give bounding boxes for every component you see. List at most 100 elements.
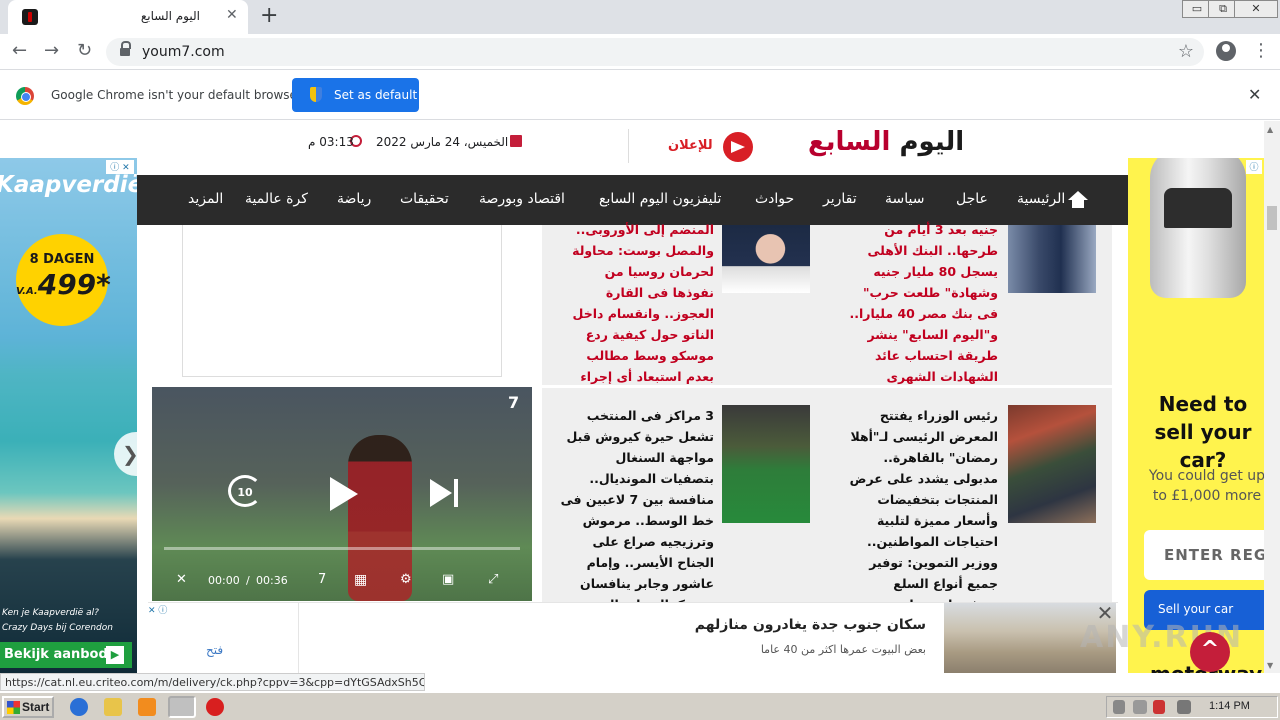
- right-ad-subtext: You could get up to £1,000 more: [1148, 468, 1264, 504]
- alert-icon[interactable]: [206, 698, 224, 716]
- fullscreen-icon[interactable]: ⤢: [488, 572, 498, 587]
- page-scrollbar[interactable]: ▲ ▼: [1264, 121, 1280, 673]
- tab-strip: اليوم السابع ✕ + ▭ ⧉ ✕: [0, 0, 1280, 34]
- flag-icon[interactable]: [1153, 700, 1165, 714]
- play-arrow-icon: ▶: [106, 646, 124, 664]
- video-time-separator: /: [246, 574, 250, 587]
- right-ad-choices-icon[interactable]: ⓘ: [1246, 160, 1262, 174]
- news-headline-2[interactable]: المنضم إلى الأوروبى.. والمصل بوست: محاول…: [560, 219, 714, 387]
- calendar-icon: [510, 135, 522, 147]
- car-window: [1164, 188, 1232, 228]
- infobar-close-icon[interactable]: ✕: [1248, 85, 1261, 104]
- header-date: الخميس، 24 مارس 2022: [376, 135, 509, 149]
- nav-item-home[interactable]: الرئيسية: [1017, 191, 1065, 207]
- lock-icon[interactable]: [120, 41, 131, 56]
- scroll-down-icon[interactable]: ▼: [1267, 661, 1273, 670]
- chrome-taskbar-icon[interactable]: [168, 696, 196, 718]
- infobar-message: Google Chrome isn't your default browser: [51, 88, 302, 102]
- bottom-ad-open-link[interactable]: فتح: [206, 643, 223, 657]
- next-icon[interactable]: [430, 479, 458, 507]
- windows-taskbar: Start 1:14 PM: [0, 691, 1280, 720]
- news-thumb-3[interactable]: [1008, 405, 1096, 523]
- system-tray: 1:14 PM: [1106, 696, 1278, 718]
- nav-item-accidents[interactable]: حوادث: [755, 191, 794, 207]
- nav-item-more[interactable]: المزيد: [188, 191, 223, 207]
- bottom-ad-separator: [298, 603, 299, 673]
- nav-item-breaking[interactable]: عاجل: [956, 191, 988, 207]
- nav-item-economy[interactable]: اقتصاد وبورصة: [479, 191, 565, 207]
- channel-logo-icon[interactable]: 7: [318, 572, 326, 587]
- left-ad-line-2: Crazy Days bij Corendon: [2, 623, 113, 633]
- home-icon[interactable]: [1068, 191, 1088, 209]
- reg-input[interactable]: ENTER REG: [1144, 530, 1264, 580]
- bookmark-star-icon[interactable]: ☆: [1178, 41, 1194, 62]
- right-skyscraper-ad[interactable]: ⓘ Need to sell your car? You could get u…: [1128, 158, 1264, 673]
- back-icon[interactable]: ←: [12, 40, 27, 62]
- start-label: Start: [22, 700, 50, 714]
- media-player-icon[interactable]: [138, 698, 156, 716]
- browser-tab[interactable]: اليوم السابع ✕: [8, 0, 248, 34]
- logo-word-2: السابع: [808, 127, 891, 157]
- car-image: [1150, 158, 1246, 298]
- video-player[interactable]: 7 10 ✕ 00:00 / 00:36 7 ▦ ⚙ ▣ ⤢: [152, 387, 532, 601]
- settings-icon[interactable]: ⚙: [400, 572, 412, 587]
- nav-item-politics[interactable]: سياسة: [885, 191, 924, 207]
- pip-icon[interactable]: ▣: [442, 572, 454, 587]
- site-logo[interactable]: اليوم السابع: [808, 127, 965, 157]
- window-close-button[interactable]: ✕: [1234, 0, 1278, 18]
- left-ad-cta-button[interactable]: Bekijk aanbod ▶: [0, 642, 132, 668]
- set-as-default-button[interactable]: Set as default: [292, 78, 419, 112]
- tab-close-icon[interactable]: ✕: [226, 7, 238, 23]
- nav-item-world-football[interactable]: كرة عالمية: [245, 191, 308, 207]
- network-icon[interactable]: [1113, 700, 1125, 714]
- new-tab-button[interactable]: +: [260, 4, 278, 28]
- mute-icon[interactable]: ✕: [176, 572, 187, 587]
- news-thumb-1[interactable]: [1008, 225, 1096, 293]
- scroll-to-top-button[interactable]: ^: [1190, 632, 1230, 672]
- volume-icon[interactable]: [1177, 700, 1191, 714]
- ie-icon[interactable]: [70, 698, 88, 716]
- reload-icon[interactable]: ↻: [77, 40, 92, 62]
- profile-avatar-icon[interactable]: [1216, 41, 1236, 61]
- scroll-up-icon[interactable]: ▲: [1267, 125, 1273, 134]
- left-skyscraper-ad[interactable]: ⓘ ✕ Kaapverdië 8 DAGEN V.A.499* ❯ Ken je…: [0, 158, 137, 673]
- badge-prefix: V.A.: [16, 286, 38, 297]
- start-button[interactable]: Start: [2, 696, 54, 718]
- news-thumb-4[interactable]: [722, 405, 810, 523]
- nav-item-sports[interactable]: رياضة: [337, 191, 371, 207]
- site-header: اليوم السابع للإعلان الخميس، 24 مارس 202…: [0, 121, 1264, 173]
- bottom-ad-choices-icon[interactable]: ✕ ⓘ: [148, 603, 178, 617]
- chrome-menu-icon[interactable]: ⋮: [1252, 40, 1270, 61]
- carousel-next-icon[interactable]: ❯: [114, 432, 137, 476]
- ad-placeholder-box: [182, 225, 502, 377]
- site-favicon-icon: [22, 9, 38, 25]
- bottom-ad-headline[interactable]: سكان جنوب جدة يغادرون منازلهم: [695, 617, 926, 633]
- news-thumb-2[interactable]: [722, 225, 810, 293]
- bottom-banner-ad[interactable]: ✕ ⓘ فتح سكان جنوب جدة يغادرون منازلهم بع…: [148, 602, 1118, 673]
- rewind-10-icon[interactable]: 10: [228, 475, 262, 507]
- nav-item-tv[interactable]: تليفزيون اليوم السابع: [599, 191, 721, 207]
- left-ad-copy: Ken je Kaapverdië al? Crazy Days bij Cor…: [2, 606, 113, 636]
- main-navbar: الرئيسية عاجل سياسة تقارير حوادث تليفزيو…: [137, 175, 1128, 225]
- badge-days: 8 DAGEN: [29, 252, 95, 267]
- address-bar[interactable]: youm7.com ☆: [106, 38, 1204, 66]
- usb-icon[interactable]: [1133, 700, 1147, 714]
- video-duration: 00:36: [256, 574, 288, 587]
- nav-item-investigations[interactable]: تحقيقات: [400, 191, 449, 207]
- advertise-icon[interactable]: [723, 132, 753, 162]
- advertise-link[interactable]: للإعلان: [668, 138, 713, 153]
- forward-icon[interactable]: →: [44, 40, 59, 62]
- explorer-folder-icon[interactable]: [104, 698, 122, 716]
- uac-shield-icon: [310, 87, 322, 102]
- badge-price-value: 499*: [37, 268, 111, 301]
- video-progress-bar[interactable]: [164, 547, 520, 550]
- play-icon[interactable]: [330, 477, 358, 511]
- set-as-default-label: Set as default: [334, 88, 418, 102]
- scroll-thumb[interactable]: [1267, 206, 1277, 230]
- left-ad-title: Kaapverdië: [0, 172, 137, 198]
- grid-icon[interactable]: ▦: [354, 572, 367, 588]
- header-divider: [628, 129, 629, 163]
- url-text[interactable]: youm7.com: [142, 44, 225, 60]
- news-headline-1[interactable]: جنيه بعد 3 أيام من طرحها.. البنك الأهلى …: [846, 219, 998, 387]
- nav-item-reports[interactable]: تقارير: [823, 191, 857, 207]
